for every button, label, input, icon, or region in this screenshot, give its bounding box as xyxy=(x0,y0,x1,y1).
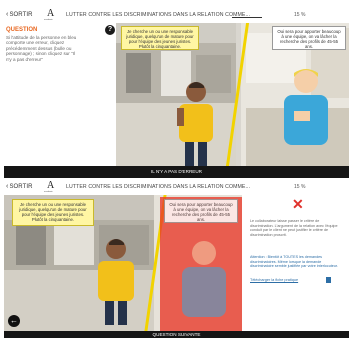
sortir-label: SORTIR xyxy=(9,184,33,190)
recruiter-character[interactable] xyxy=(171,78,221,166)
scene-illustration: Je cherche un ou une responsable juridiq… xyxy=(4,195,242,331)
back-arrow-icon[interactable]: ← xyxy=(8,315,20,327)
progress-indicator: 15 % xyxy=(294,12,306,18)
recruiter-character[interactable] xyxy=(92,235,140,325)
sortir-button[interactable]: ‹SORTIR xyxy=(6,183,33,190)
scene-illustration: Je cherche un ou une responsable juridiq… xyxy=(116,23,349,166)
recruiter-speech-bubble[interactable]: Je cherche un ou une responsable juridiq… xyxy=(121,26,199,50)
sortir-button[interactable]: ‹SORTIR xyxy=(6,11,33,18)
collaborator-speech-bubble[interactable]: Oui sera pour apporter beaucoup à une éq… xyxy=(272,26,346,50)
logo: Aacademie xyxy=(44,8,58,22)
download-icon[interactable] xyxy=(326,277,331,283)
course-title: LUTTER CONTRE LES DISCRIMINATIONS DANS L… xyxy=(66,184,251,190)
error-x-icon: ✕ xyxy=(292,196,304,212)
collaborator-speech-bubble[interactable]: Oui sera pour apporter beaucoup à une éq… xyxy=(164,199,238,223)
recruiter-speech-bubble[interactable]: Je cherche un ou une responsable juridiq… xyxy=(12,199,94,226)
question-panel: QUESTION Si l'attitude de la personne en… xyxy=(4,23,115,166)
feedback-note: Attention : Bientôt à TOUTES les demande… xyxy=(250,255,338,269)
logo-sub: academie xyxy=(44,19,53,21)
course-title: LUTTER CONTRE LES DISCRIMINATIONS DANS L… xyxy=(66,12,251,18)
logo-letter: A xyxy=(47,180,55,191)
feedback-panel: ✕ Le collaborateur laisse passer le crit… xyxy=(244,195,349,316)
sortir-label: SORTIR xyxy=(9,12,33,18)
feedback-text: Le collaborateur laisse passer le critèr… xyxy=(250,219,338,237)
question-text: Si l'attitude de la personne en bleu com… xyxy=(6,35,77,62)
question-screen: ‹SORTIR Aacademie LUTTER CONTRE LES DISC… xyxy=(4,8,349,180)
top-bar: ‹SORTIR Aacademie LUTTER CONTRE LES DISC… xyxy=(4,8,349,23)
logo-letter: A xyxy=(47,8,55,19)
collaborator-character[interactable] xyxy=(276,65,336,145)
top-bar: ‹SORTIR Aacademie LUTTER CONTRE LES DISC… xyxy=(4,180,349,195)
logo: Aacademie xyxy=(44,180,58,194)
feedback-screen: ‹SORTIR Aacademie LUTTER CONTRE LES DISC… xyxy=(4,180,349,338)
collaborator-character[interactable] xyxy=(176,237,232,317)
logo-sub: academie xyxy=(44,191,53,193)
no-error-button[interactable]: IL N'Y A PAS D'ERREUR xyxy=(4,166,349,178)
help-icon[interactable]: ? xyxy=(105,25,115,35)
progress-indicator: 15 % xyxy=(294,184,306,190)
download-link[interactable]: Télécharger la fiche pratique xyxy=(250,278,298,282)
title-underline xyxy=(232,17,262,18)
next-question-button[interactable]: QUESTION SUIVANTE xyxy=(4,331,349,338)
question-label: QUESTION xyxy=(6,27,38,33)
